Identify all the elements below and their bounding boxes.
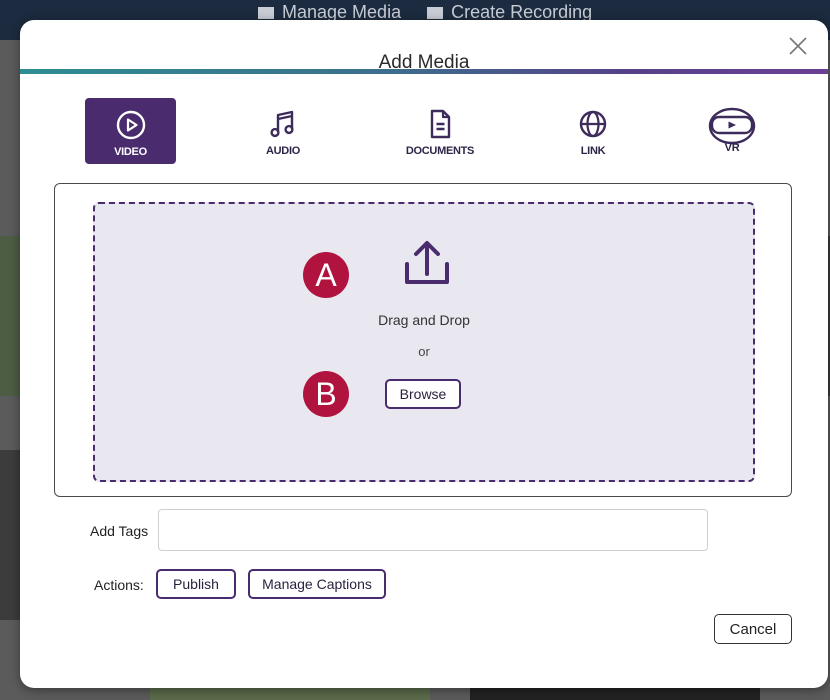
tab-video[interactable]: VIDEO xyxy=(85,98,176,164)
tab-documents[interactable]: DOCUMENTS xyxy=(388,98,492,164)
cancel-button[interactable]: Cancel xyxy=(714,614,792,644)
background-thumbnail xyxy=(0,236,20,396)
drag-and-drop-text: Drag and Drop xyxy=(378,312,470,328)
manage-captions-button[interactable]: Manage Captions xyxy=(248,569,386,599)
close-icon xyxy=(789,37,807,55)
tab-vr[interactable]: VR xyxy=(702,98,762,164)
upload-panel: Drag and Drop or Browse A B xyxy=(54,183,792,497)
annotation-marker-b: B xyxy=(303,371,349,417)
tab-documents-label: DOCUMENTS xyxy=(405,145,475,157)
header-accent-bar xyxy=(20,69,828,74)
add-media-dialog: Add Media VIDEO AUDIO DOCUMENTS LINK VR … xyxy=(20,20,828,688)
document-icon xyxy=(430,109,451,139)
tab-video-label: VIDEO xyxy=(114,146,147,158)
add-tags-input[interactable] xyxy=(158,509,708,551)
publish-button[interactable]: Publish xyxy=(156,569,236,599)
add-tags-label: Add Tags xyxy=(90,523,149,539)
or-text: or xyxy=(418,344,430,359)
globe-icon xyxy=(579,110,607,138)
background-thumbnail xyxy=(470,688,760,700)
tab-audio-label: AUDIO xyxy=(266,145,300,157)
tab-vr-label: VR xyxy=(724,142,740,154)
close-button[interactable] xyxy=(786,34,810,58)
upload-icon xyxy=(405,241,449,284)
tab-audio[interactable]: AUDIO xyxy=(248,98,318,164)
play-circle-icon xyxy=(116,110,145,140)
film-icon xyxy=(258,6,274,19)
tab-link-label: LINK xyxy=(580,145,606,157)
camera-icon xyxy=(427,6,444,19)
actions-label: Actions: xyxy=(94,577,144,593)
music-note-icon xyxy=(270,110,294,138)
drop-zone[interactable]: Drag and Drop or Browse A B xyxy=(93,202,755,482)
browse-button[interactable]: Browse xyxy=(385,379,461,409)
background-thumbnail xyxy=(0,450,20,620)
annotation-marker-a: A xyxy=(303,252,349,298)
vr-headset-icon xyxy=(708,107,756,145)
background-thumbnail xyxy=(150,688,430,700)
tab-link[interactable]: LINK xyxy=(568,98,618,164)
